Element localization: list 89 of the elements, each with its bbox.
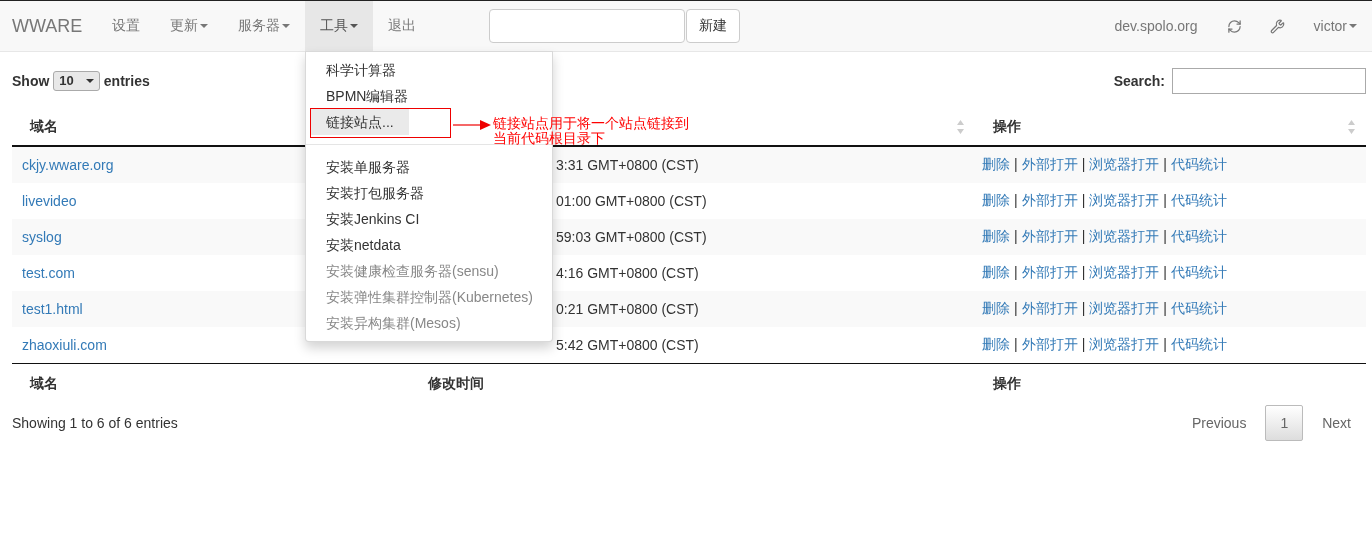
action-link[interactable]: 浏览器打开 — [1089, 192, 1160, 210]
action-link[interactable]: 浏览器打开 — [1089, 300, 1160, 318]
separator: | — [1163, 300, 1167, 318]
domain-link[interactable]: ckjy.wware.org — [22, 157, 114, 173]
action-link[interactable]: 代码统计 — [1170, 300, 1227, 318]
column-header[interactable]: 操作 — [993, 118, 1021, 136]
separator: | — [1014, 156, 1018, 174]
menu-item[interactable]: 科学计算器 — [311, 57, 411, 83]
column-header[interactable]: 域名 — [30, 118, 58, 136]
column-footer: 操作 — [993, 374, 1021, 393]
action-link[interactable]: 删除 — [982, 156, 1010, 174]
separator: | — [1163, 264, 1167, 282]
new-button[interactable]: 新建 — [686, 9, 741, 43]
column-footer: 域名 — [30, 374, 58, 393]
search-field[interactable] — [1172, 67, 1366, 94]
page-button[interactable]: 1 — [1265, 405, 1304, 441]
show-label: Show — [12, 72, 50, 88]
brand-logo[interactable]: WWARE — [12, 1, 98, 51]
nav-item[interactable]: 更新 — [155, 1, 224, 51]
search-label: Search: — [1113, 72, 1165, 88]
action-link[interactable]: 外部打开 — [1021, 336, 1078, 354]
modified-time: 01:00 GMT+0800 (CST) — [556, 193, 707, 209]
menu-item[interactable]: 安装单服务器 — [311, 154, 425, 180]
menu-item[interactable]: 安装netdata — [311, 232, 416, 258]
separator: | — [1014, 192, 1018, 210]
table-info: Showing 1 to 6 of 6 entries — [12, 415, 178, 431]
action-link[interactable]: 浏览器打开 — [1089, 264, 1160, 282]
action-link[interactable]: 浏览器打开 — [1089, 228, 1160, 246]
domain-link[interactable]: test1.html — [22, 301, 83, 317]
menu-item[interactable]: 链接站点... — [311, 109, 409, 135]
modified-time: 59:03 GMT+0800 (CST) — [556, 229, 707, 245]
entries-label: entries — [103, 72, 150, 88]
page-button[interactable]: Previous — [1176, 405, 1262, 441]
sort-icon[interactable] — [956, 119, 965, 135]
action-link[interactable]: 外部打开 — [1021, 156, 1078, 174]
separator: | — [1014, 300, 1018, 318]
menu-item[interactable]: 安装打包服务器 — [311, 180, 439, 206]
action-link[interactable]: 删除 — [982, 300, 1010, 318]
host-link[interactable]: dev.spolo.org — [1099, 1, 1213, 51]
nav-item[interactable]: 设置 — [97, 1, 156, 51]
action-link[interactable]: 代码统计 — [1170, 156, 1227, 174]
column-footer: 修改时间 — [428, 374, 484, 393]
action-link[interactable]: 删除 — [982, 336, 1010, 354]
page-button[interactable]: Next — [1307, 405, 1366, 441]
modified-time: 4:16 GMT+0800 (CST) — [556, 265, 699, 281]
separator: | — [1081, 156, 1086, 174]
action-link[interactable]: 删除 — [982, 264, 1010, 282]
action-link[interactable]: 外部打开 — [1021, 228, 1078, 246]
modified-time: 3:31 GMT+0800 (CST) — [556, 157, 699, 173]
separator: | — [1014, 336, 1018, 354]
action-link[interactable]: 代码统计 — [1170, 264, 1227, 282]
separator: | — [1081, 192, 1086, 210]
separator: | — [1081, 300, 1086, 318]
user-menu[interactable]: victor — [1298, 1, 1372, 51]
action-link[interactable]: 代码统计 — [1170, 336, 1227, 354]
nav-item[interactable]: 工具 — [305, 1, 374, 51]
action-link[interactable]: 代码统计 — [1170, 192, 1227, 210]
action-link[interactable]: 删除 — [982, 192, 1010, 210]
separator: | — [1014, 264, 1018, 282]
action-link[interactable]: 删除 — [982, 228, 1010, 246]
separator: | — [1163, 228, 1167, 246]
domain-link[interactable]: livevideo — [22, 193, 77, 209]
action-link[interactable]: 代码统计 — [1170, 228, 1227, 246]
page-length-select[interactable]: 10 — [53, 70, 100, 91]
action-link[interactable]: 浏览器打开 — [1089, 336, 1160, 354]
action-link[interactable]: 外部打开 — [1021, 192, 1078, 210]
search-field[interactable] — [489, 9, 686, 43]
separator: | — [1014, 228, 1018, 246]
action-link[interactable]: 外部打开 — [1021, 300, 1078, 318]
menu-item[interactable]: BPMN编辑器 — [311, 83, 424, 109]
menu-item[interactable]: 安装Jenkins CI — [311, 206, 435, 232]
separator: | — [1081, 264, 1086, 282]
separator: | — [1081, 336, 1086, 354]
nav-item[interactable]: 退出 — [373, 1, 432, 51]
modified-time: 5:42 GMT+0800 (CST) — [556, 337, 699, 353]
annotation-note: 链接站点用于将一个站点链接到当前代码根目录下 — [493, 116, 690, 146]
arrow-icon — [453, 120, 491, 130]
action-link[interactable]: 浏览器打开 — [1089, 156, 1160, 174]
separator: | — [1081, 228, 1086, 246]
domain-link[interactable]: zhaoxiuli.com — [22, 337, 107, 353]
domain-link[interactable]: test.com — [22, 265, 75, 281]
separator: | — [1163, 156, 1167, 174]
separator: | — [1163, 336, 1167, 354]
sort-icon[interactable] — [1347, 119, 1356, 135]
domain-link[interactable]: syslog — [22, 229, 62, 245]
separator: | — [1163, 192, 1167, 210]
action-link[interactable]: 外部打开 — [1021, 264, 1078, 282]
modified-time: 0:21 GMT+0800 (CST) — [556, 301, 699, 317]
nav-item[interactable]: 服务器 — [223, 1, 306, 51]
